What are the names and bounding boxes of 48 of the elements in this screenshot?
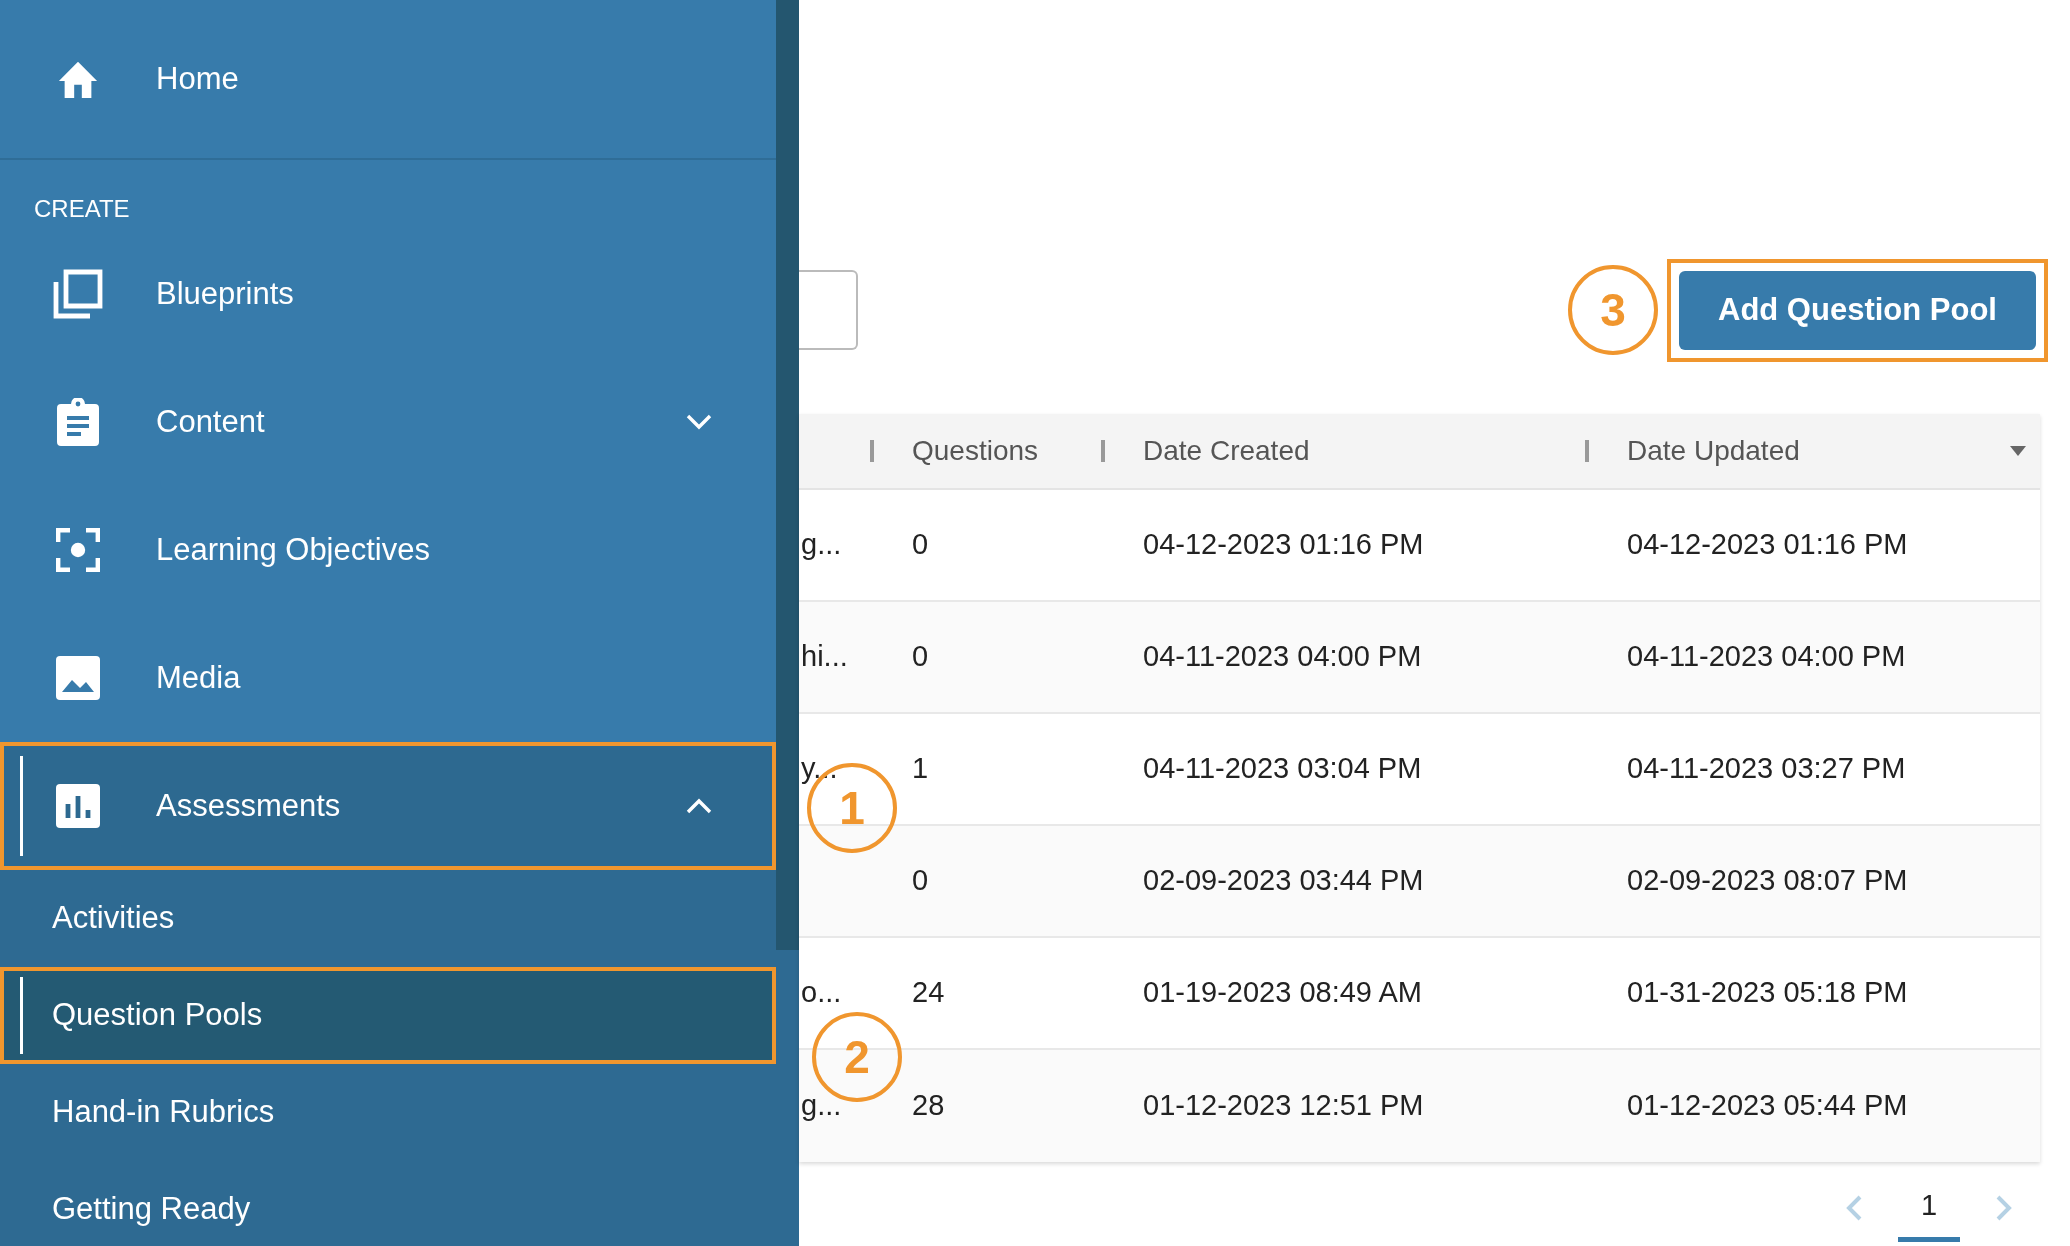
nav-item[interactable]: Assessments <box>0 742 776 870</box>
nav-item[interactable]: Blueprints <box>0 230 776 358</box>
table-cell-text: 04-12-2023 01:16 PM <box>1627 527 1908 563</box>
column-header[interactable]: Questions <box>874 430 1101 472</box>
table-cell-text: 04-11-2023 03:27 PM <box>1627 751 1906 787</box>
clipboard-icon <box>57 398 99 446</box>
nav-item[interactable]: Content <box>0 358 776 486</box>
table-cell-text: 01-12-2023 05:44 PM <box>1627 1088 1908 1124</box>
table-cell-text: 04-11-2023 03:04 PM <box>1143 751 1422 787</box>
table-cell-text: 02-09-2023 03:44 PM <box>1143 863 1424 899</box>
nav-item[interactable]: Media <box>0 614 776 742</box>
scrollbar-thumb[interactable] <box>776 0 799 950</box>
stacked-squares-icon <box>52 268 104 320</box>
table-cell-text: 1 <box>912 751 929 787</box>
sort-descending-icon[interactable] <box>2010 446 2026 456</box>
section-label: CREATE <box>33 194 131 224</box>
table-cell-text: 01-19-2023 08:49 AM <box>1143 975 1422 1011</box>
add-question-pool-button[interactable]: Add Question Pool <box>1679 271 2036 350</box>
submenu-item[interactable]: Question Pools <box>0 967 776 1064</box>
table-cell-text: 04-12-2023 01:16 PM <box>1143 527 1424 563</box>
table-cell-text: hi... <box>801 639 848 675</box>
table-cell-text: 0 <box>912 863 929 899</box>
table-cell-text: y... <box>801 751 838 787</box>
table-cell-text: 0 <box>912 527 929 563</box>
nav-item[interactable]: Learning Objectives <box>0 486 776 614</box>
image-icon <box>56 656 100 700</box>
column-header[interactable]: Date Updated <box>1589 430 2010 472</box>
table-cell-text: 01-31-2023 05:18 PM <box>1627 975 1908 1011</box>
table-cell-text: 28 <box>912 1088 945 1124</box>
table-cell-text: 24 <box>912 975 945 1011</box>
step-number-badge: 3 <box>1568 265 1658 355</box>
submenu-item[interactable]: Activities <box>0 870 776 967</box>
table-cell-text: 0 <box>912 639 929 675</box>
table-cell-text: 01-12-2023 12:51 PM <box>1143 1088 1424 1124</box>
submenu-item[interactable]: Hand-in Rubrics <box>0 1064 776 1161</box>
column-header[interactable]: Date Created <box>1105 430 1585 472</box>
search-field[interactable] <box>799 270 858 350</box>
submenu-item[interactable]: Getting Ready <box>0 1161 776 1246</box>
chevron-up-icon <box>686 798 712 814</box>
table-cell-text: 02-09-2023 08:07 PM <box>1627 863 1908 899</box>
table-cell-text: 04-11-2023 04:00 PM <box>1143 639 1422 675</box>
page-button[interactable]: 1 <box>1898 1174 1960 1242</box>
focus-target-icon <box>56 528 100 572</box>
table-cell-text: g... <box>801 527 842 563</box>
bar-chart-icon <box>56 784 100 828</box>
table-cell-text: o... <box>801 975 842 1011</box>
chevron-down-icon <box>686 414 712 430</box>
table-cell-text: 04-11-2023 04:00 PM <box>1627 639 1906 675</box>
